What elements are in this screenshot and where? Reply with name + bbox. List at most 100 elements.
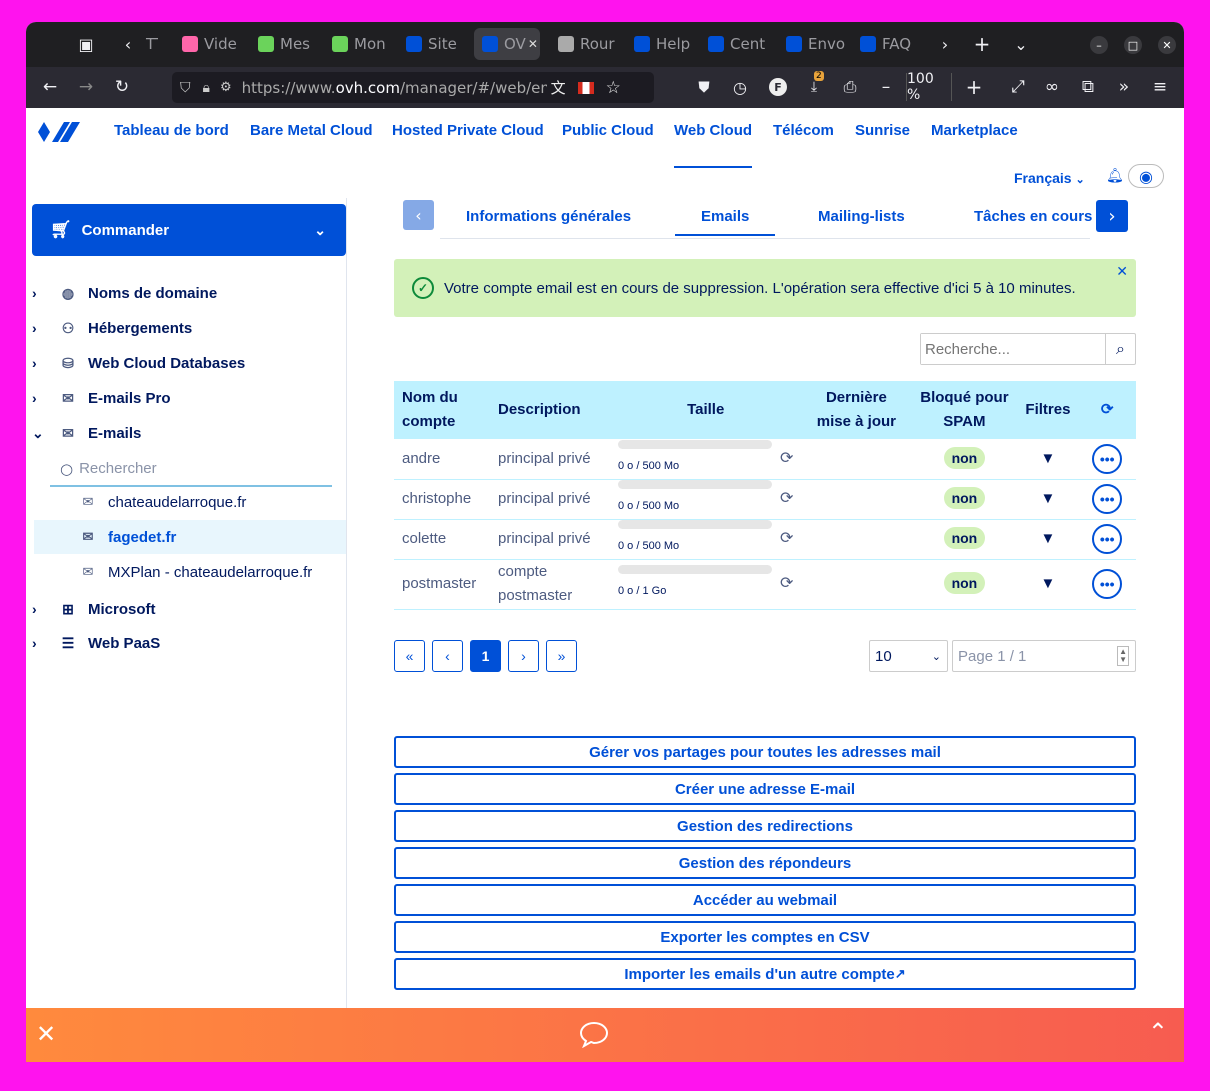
more-tools-icon[interactable]: » <box>1112 73 1136 101</box>
browser-tab[interactable]: Rour <box>550 28 622 60</box>
back-icon[interactable]: ← <box>36 73 64 101</box>
account-search-input[interactable] <box>921 334 1105 364</box>
browser-tab[interactable]: FAQ <box>852 28 924 60</box>
history-icon[interactable]: ◷ <box>728 73 752 101</box>
ovh-logo-icon[interactable] <box>38 120 80 144</box>
translate-icon[interactable]: 文 <box>551 77 566 98</box>
ovh-nav-item[interactable]: Marketplace <box>931 122 1018 152</box>
zoom-level[interactable]: 100 % <box>906 71 952 103</box>
sidebar-item[interactable]: › ⊞ Microsoft <box>26 592 346 626</box>
refresh-quota-icon[interactable]: ⟳ <box>780 447 793 471</box>
sidebar-item[interactable]: › ⚇ Hébergements <box>26 311 346 345</box>
sidebar-email-domain[interactable]: ✉ MXPlan - chateaudelarroque.fr <box>34 555 346 589</box>
filter-icon[interactable]: ▼ <box>1017 559 1079 610</box>
page-1-button[interactable]: 1 <box>470 640 501 672</box>
fullscreen-icon[interactable]: ⤢ <box>1006 73 1030 101</box>
last-page-button[interactable]: » <box>546 640 577 672</box>
order-button[interactable]: 🛒︎ Commander ⌄ <box>32 204 346 256</box>
language-selector[interactable]: Français ⌄ <box>1014 170 1085 186</box>
shield-icon[interactable]: ⛉ <box>180 80 191 96</box>
action-button[interactable]: Gestion des répondeurs <box>394 847 1136 879</box>
tabs-scroll-right-icon[interactable]: › <box>931 30 959 58</box>
chevron-down-icon[interactable]: ⌄ <box>32 425 52 442</box>
ovh-nav-item[interactable]: Télécom <box>773 122 834 152</box>
col-account-name[interactable]: Nom du compte <box>394 381 490 439</box>
browser-tab[interactable]: Cent <box>700 28 772 60</box>
sidebar-item[interactable]: ⌄ ✉ E-mails <box>26 416 346 450</box>
zoom-out-icon[interactable]: – <box>874 73 898 101</box>
tab-overview-icon[interactable]: ▣ <box>72 30 100 58</box>
chevron-right-icon[interactable]: › <box>32 390 52 406</box>
refresh-quota-icon[interactable]: ⟳ <box>780 527 793 551</box>
section-tab[interactable]: Emails <box>675 208 776 236</box>
mask-icon[interactable]: ∞ <box>1040 73 1064 101</box>
downloads-icon[interactable]: ⤓ 2 <box>802 71 826 101</box>
extensions-icon[interactable]: ⧉ <box>1076 73 1100 101</box>
sidebar-item[interactable]: › ◍ Noms de domaine <box>26 276 346 310</box>
more-actions-button[interactable]: ••• <box>1092 524 1123 554</box>
canada-flag-icon[interactable] <box>577 81 594 94</box>
page-size-select[interactable]: 10 ⌄ <box>869 640 948 672</box>
expand-chat-icon[interactable]: ⌃ <box>1148 1018 1168 1046</box>
more-actions-button[interactable]: ••• <box>1092 569 1123 599</box>
tabs-scroll-right-button[interactable]: › <box>1096 200 1128 232</box>
chevron-right-icon[interactable]: › <box>32 635 52 651</box>
close-alert-icon[interactable]: ✕ <box>1116 263 1128 280</box>
ovh-nav-item[interactable]: Hosted Private Cloud <box>392 122 544 152</box>
close-tab-icon[interactable]: ✕ <box>528 37 538 51</box>
list-tabs-icon[interactable]: ⌄ <box>1007 30 1035 58</box>
permissions-icon[interactable]: ⚙ <box>220 80 232 95</box>
print-icon[interactable]: ⎙ <box>838 73 862 101</box>
section-tab[interactable]: Informations générales <box>466 208 631 225</box>
forward-icon[interactable]: → <box>72 73 100 101</box>
search-button[interactable]: ⌕ <box>1105 334 1135 364</box>
table-row[interactable]: christophe principal privé 0 o / 500 Mo ⟳ no… <box>394 479 1136 520</box>
chat-bubble-icon[interactable] <box>579 1020 609 1048</box>
table-row[interactable]: postmaster compte postmaster 0 o / 1 Go ⟳ no… <box>394 559 1136 610</box>
chevron-right-icon[interactable]: › <box>32 355 52 371</box>
browser-tab[interactable]: Envo <box>778 28 848 60</box>
ovh-nav-item[interactable]: Tableau de bord <box>114 122 229 152</box>
zoom-in-icon[interactable]: + <box>962 73 986 101</box>
sidebar-item[interactable]: › ☰ Web PaaS <box>26 626 346 660</box>
browser-tab[interactable]: OV ✕ <box>474 28 540 60</box>
browser-tab[interactable]: Mes <box>250 28 320 60</box>
bookmark-star-icon[interactable]: ☆ <box>606 78 621 98</box>
refresh-quota-icon[interactable]: ⟳ <box>780 572 793 596</box>
action-button[interactable]: Exporter les comptes en CSV <box>394 921 1136 953</box>
ovh-nav-item[interactable]: Sunrise <box>855 122 910 152</box>
col-last-update[interactable]: Dernière mise à jour <box>801 381 912 439</box>
first-page-button[interactable]: « <box>394 640 425 672</box>
browser-tab[interactable]: Mon <box>324 28 394 60</box>
account-icon[interactable]: ◉ <box>1128 164 1164 188</box>
col-spam-blocked[interactable]: Bloqué pour SPAM <box>911 381 1018 439</box>
sidebar-email-domain[interactable]: ✉ fagedet.fr <box>34 520 346 554</box>
filter-icon[interactable]: ▼ <box>1017 439 1079 480</box>
tabs-scroll-left-button[interactable]: ‹ <box>403 200 434 230</box>
sidebar-email-domain[interactable]: ✉ chateaudelarroque.fr <box>34 485 346 519</box>
col-size[interactable]: Taille <box>610 381 802 439</box>
more-actions-button[interactable]: ••• <box>1092 484 1123 514</box>
new-tab-icon[interactable]: + <box>968 30 996 58</box>
menu-icon[interactable]: ≡ <box>1148 73 1172 101</box>
sidebar-item[interactable]: › ✉ E-mails Pro <box>26 381 346 415</box>
sidebar-search[interactable]: ○ Rechercher <box>50 452 332 487</box>
browser-tab[interactable]: Site <box>398 28 468 60</box>
sidebar-item[interactable]: › ⛁ Web Cloud Databases <box>26 346 346 380</box>
close-window-icon[interactable]: ✕ <box>1158 36 1176 54</box>
reload-icon[interactable]: ↻ <box>108 73 136 101</box>
close-chat-icon[interactable]: ✕ <box>36 1020 56 1048</box>
ovh-nav-item[interactable]: Bare Metal Cloud <box>250 122 373 152</box>
table-row[interactable]: andre principal privé 0 o / 500 Mo ⟳ non ▼ ••• <box>394 439 1136 480</box>
action-button[interactable]: Créer une adresse E-mail <box>394 773 1136 805</box>
section-tab[interactable]: Tâches en cours <box>974 208 1092 225</box>
minimize-icon[interactable]: – <box>1090 36 1108 54</box>
more-actions-button[interactable]: ••• <box>1092 443 1123 474</box>
url-bar[interactable]: ⛉ 🔒︎ ⚙ https://www.ovh.com/manager/#/web… <box>172 72 654 103</box>
browser-tab[interactable]: Help <box>626 28 696 60</box>
action-button[interactable]: Gestion des redirections <box>394 810 1136 842</box>
refresh-quota-icon[interactable]: ⟳ <box>780 487 793 511</box>
refresh-table-icon[interactable]: ⟳ <box>1078 381 1136 439</box>
ovh-nav-item[interactable]: Public Cloud <box>562 122 654 152</box>
extension-f-icon[interactable]: F <box>766 73 790 101</box>
